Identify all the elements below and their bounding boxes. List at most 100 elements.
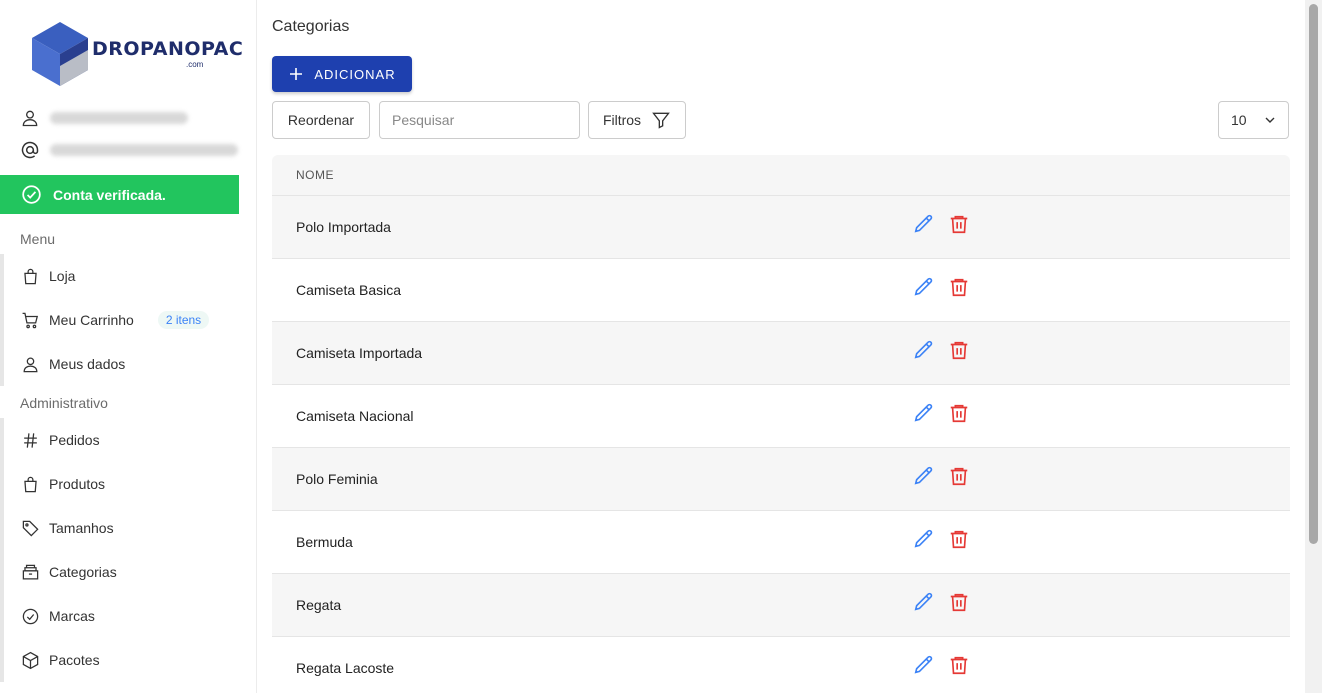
user-email-row	[20, 139, 238, 161]
scrollbar-thumb[interactable]	[1309, 4, 1318, 544]
brand-suffix: .com	[186, 60, 204, 69]
cube-logo-icon	[32, 22, 88, 86]
edit-pencil-icon[interactable]	[913, 213, 935, 235]
table-row: Regata	[272, 574, 1290, 637]
table-row: Regata Lacoste	[272, 637, 1290, 693]
hash-icon	[24, 432, 37, 448]
brand-logo[interactable]: DROPANOPAC .com	[30, 20, 243, 90]
check-circle-icon	[22, 185, 41, 204]
edit-pencil-icon[interactable]	[913, 528, 935, 550]
at-icon	[21, 141, 39, 159]
sidebar-item-marcas[interactable]: Marcas	[4, 594, 257, 638]
table-row: Camiseta Basica	[272, 259, 1290, 322]
row-actions	[913, 339, 970, 361]
table-row: Bermuda	[272, 511, 1290, 574]
edit-pencil-icon[interactable]	[913, 402, 935, 424]
sidebar: DROPANOPAC .com Conta verificada. Menu L…	[0, 0, 257, 693]
menu-section-label: Menu	[20, 231, 56, 247]
trash-icon[interactable]	[948, 528, 970, 550]
reorder-button[interactable]: Reordenar	[272, 101, 370, 139]
row-actions	[913, 402, 970, 424]
edit-pencil-icon[interactable]	[913, 591, 935, 613]
edit-pencil-icon[interactable]	[913, 465, 935, 487]
trash-icon[interactable]	[948, 339, 970, 361]
package-icon	[22, 651, 39, 669]
row-actions	[913, 465, 970, 487]
sidebar-item-tamanhos[interactable]: Tamanhos	[4, 506, 257, 550]
sidebar-item-label: Categorias	[49, 564, 117, 580]
sidebar-item-label: Pedidos	[49, 432, 100, 448]
trash-icon[interactable]	[948, 402, 970, 424]
category-name: Polo Feminia	[296, 471, 378, 487]
category-name: Bermuda	[296, 534, 353, 550]
admin-group: Pedidos Produtos Tamanhos Categorias Mar…	[0, 418, 257, 682]
category-name: Camiseta Importada	[296, 345, 423, 361]
page-scrollbar[interactable]	[1305, 0, 1322, 693]
sidebar-item-meus-dados[interactable]: Meus dados	[4, 342, 257, 386]
category-name: Camiseta Basica	[296, 282, 402, 298]
sidebar-item-label: Tamanhos	[49, 520, 114, 536]
table-header: NOME	[272, 155, 1290, 196]
brand-name: DROPANOPAC	[92, 38, 244, 60]
sidebar-item-label: Meus dados	[49, 356, 126, 372]
edit-pencil-icon[interactable]	[913, 654, 935, 676]
user-name-row	[20, 107, 188, 129]
main-content: Categorias ADICIONAR Reordenar Filtros 1…	[272, 0, 1290, 693]
row-actions	[913, 654, 970, 676]
search-input[interactable]	[379, 101, 580, 139]
category-name: Regata	[296, 597, 342, 613]
add-button[interactable]: ADICIONAR	[272, 56, 412, 92]
cart-icon	[22, 312, 39, 328]
user-email-redacted	[50, 144, 238, 156]
table-body: Polo Importada Camiseta Basica Camiseta Im…	[272, 196, 1290, 693]
verified-label: Conta verificada.	[53, 186, 166, 203]
sidebar-item-categorias[interactable]: Categorias	[4, 550, 257, 594]
filters-label: Filtros	[602, 112, 642, 128]
sidebar-item-label: Produtos	[49, 476, 106, 492]
add-button-label: ADICIONAR	[314, 66, 396, 82]
sidebar-item-label: Pacotes	[49, 652, 100, 668]
trash-icon[interactable]	[948, 276, 970, 298]
sidebar-item-pacotes[interactable]: Pacotes	[4, 638, 257, 682]
table-row: Polo Feminia	[272, 448, 1290, 511]
table-row: Camiseta Nacional	[272, 385, 1290, 448]
sidebar-item-loja[interactable]: Loja	[4, 254, 257, 298]
filters-button[interactable]: Filtros	[588, 101, 686, 139]
table-row: Polo Importada	[272, 196, 1290, 259]
sidebar-item-label: Marcas	[49, 608, 95, 624]
shopping-bag-icon	[24, 268, 37, 284]
table-row: Camiseta Importada	[272, 322, 1290, 385]
user-icon	[23, 357, 38, 372]
row-actions	[913, 591, 970, 613]
trash-icon[interactable]	[948, 654, 970, 676]
sidebar-item-meu-carrinho[interactable]: Meu Carrinho 2 itens	[4, 298, 257, 342]
trash-icon[interactable]	[948, 591, 970, 613]
archive-icon	[22, 564, 39, 579]
category-name: Polo Importada	[296, 219, 391, 235]
categories-table: NOME Polo Importada Camiseta Basica Camise…	[272, 155, 1290, 693]
tag-icon	[22, 520, 39, 537]
verified-banner: Conta verificada.	[0, 175, 239, 214]
category-name: Camiseta Nacional	[296, 408, 414, 424]
per-page-select[interactable]: 10	[1218, 101, 1289, 139]
page-title: Categorias	[272, 18, 350, 35]
cart-count-badge: 2 itens	[157, 311, 210, 329]
row-actions	[913, 528, 970, 550]
sidebar-item-produtos[interactable]: Produtos	[4, 462, 257, 506]
admin-section-label: Administrativo	[20, 395, 108, 411]
sidebar-item-label: Loja	[49, 268, 76, 284]
column-header-nome: NOME	[296, 168, 334, 182]
category-name: Regata Lacoste	[296, 660, 395, 676]
plus-icon	[290, 68, 303, 80]
menu-group: Loja Meu Carrinho 2 itens Meus dados	[0, 254, 257, 386]
edit-pencil-icon[interactable]	[913, 339, 935, 361]
user-icon	[22, 110, 38, 127]
shopping-bag-icon	[24, 476, 37, 492]
check-circle-icon	[22, 608, 39, 624]
per-page-value: 10	[1231, 112, 1247, 128]
chevron-down-icon	[1265, 117, 1275, 123]
sidebar-item-pedidos[interactable]: Pedidos	[4, 418, 257, 462]
edit-pencil-icon[interactable]	[913, 276, 935, 298]
trash-icon[interactable]	[948, 465, 970, 487]
trash-icon[interactable]	[948, 213, 970, 235]
